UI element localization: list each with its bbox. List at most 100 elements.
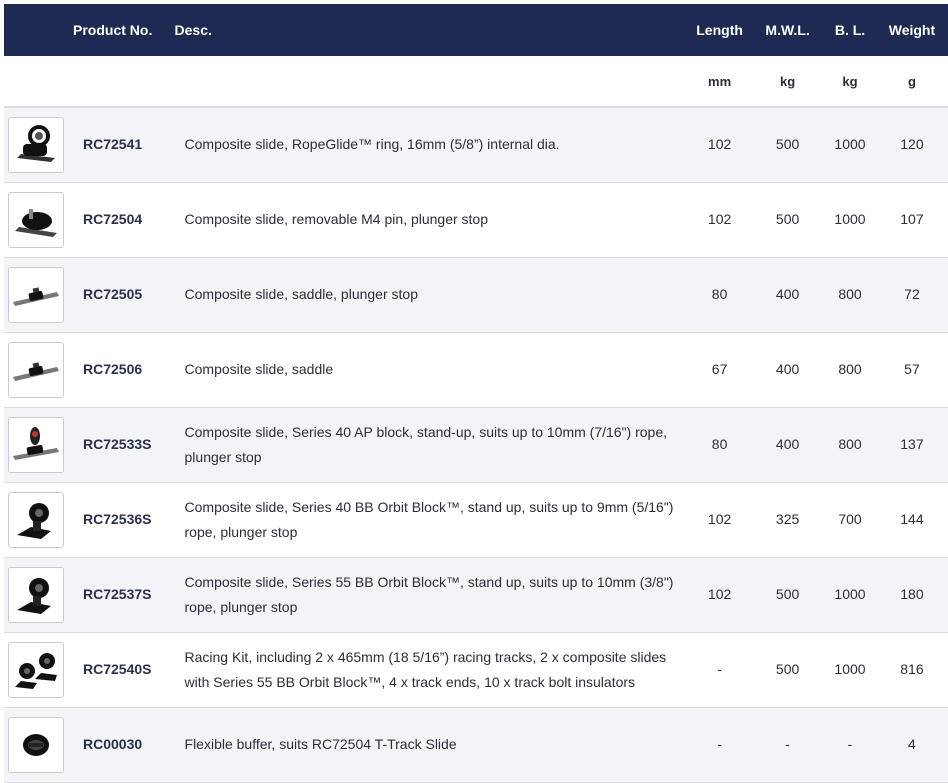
product-thumbnail[interactable] <box>8 341 64 398</box>
length-value: 80 <box>711 286 728 302</box>
buffer-icon <box>11 722 61 768</box>
weight-value: 57 <box>904 361 920 377</box>
bl-value: 700 <box>838 511 862 527</box>
product-description: Composite slide, Series 55 BB Orbit Bloc… <box>184 573 674 615</box>
product-number[interactable]: RC72540S <box>73 632 175 707</box>
table-row[interactable]: RC00030 Flexible buffer, suits RC72504 T-… <box>4 707 948 782</box>
product-number[interactable]: RC72506 <box>73 332 175 407</box>
length-value: 102 <box>707 136 732 153</box>
length-value: - <box>717 736 722 752</box>
racing-kit-icon <box>11 647 61 693</box>
product-number[interactable]: RC72505 <box>73 257 175 332</box>
orbit-block-icon <box>11 572 61 618</box>
product-thumbnail-cell <box>4 707 73 782</box>
product-thumbnail[interactable] <box>8 566 64 623</box>
bl-value: - <box>847 736 853 752</box>
product-thumbnail[interactable] <box>8 116 64 173</box>
product-description: Composite slide, Series 40 AP block, sta… <box>184 423 668 465</box>
unit-length: mm <box>688 56 752 108</box>
product-description: Composite slide, RopeGlide™ ring, 16mm (… <box>184 136 560 153</box>
weight-value: 137 <box>900 436 924 452</box>
header-image <box>4 4 74 56</box>
product-thumbnail-cell <box>4 257 73 332</box>
product-thumbnail-cell <box>4 182 73 257</box>
units-empty-image <box>4 56 74 108</box>
length-value: 80 <box>711 436 728 452</box>
product-description: Flexible buffer, suits RC72504 T-Track S… <box>184 736 457 752</box>
slide-saddle-icon <box>11 347 61 393</box>
length-value: 102 <box>707 511 732 527</box>
weight-value: 180 <box>900 586 924 602</box>
weight-value: 816 <box>900 661 924 677</box>
bl-value: 800 <box>838 436 862 452</box>
product-thumbnail[interactable] <box>8 191 64 248</box>
product-number[interactable]: RC72541 <box>73 107 175 182</box>
weight-value: 4 <box>908 736 916 752</box>
product-thumbnail-cell <box>4 557 73 632</box>
product-thumbnail-cell <box>4 107 73 182</box>
length-value: - <box>717 661 722 677</box>
bl-value: 1000 <box>834 136 866 153</box>
bl-value: 800 <box>838 361 862 377</box>
bl-value: 1000 <box>834 586 866 602</box>
mwl-value: 500 <box>775 661 800 677</box>
header-length[interactable]: Length <box>688 4 752 56</box>
product-description: Racing Kit, including 2 x 465mm (18 5/16… <box>184 648 667 690</box>
mwl-value: 500 <box>775 211 800 227</box>
product-number[interactable]: RC00030 <box>73 707 175 782</box>
table-row[interactable]: RC72540S Racing Kit, including 2 x 465mm … <box>4 632 948 707</box>
product-thumbnail[interactable] <box>8 266 64 323</box>
product-thumbnail-cell <box>4 632 73 707</box>
orbit-block-icon <box>11 497 61 543</box>
mwl-value: 500 <box>775 136 800 153</box>
table-row[interactable]: RC72505 Composite slide, saddle, plunger … <box>4 257 948 332</box>
mwl-value: 400 <box>775 361 800 377</box>
product-thumbnail[interactable] <box>8 716 64 773</box>
slide-pin-icon <box>11 197 61 243</box>
mwl-value: - <box>785 736 790 752</box>
product-number[interactable]: RC72536S <box>73 482 175 557</box>
header-product-no[interactable]: Product No. <box>73 4 175 56</box>
product-table: Product No. Desc. Length M.W.L. B. L. We… <box>4 4 948 783</box>
bl-value: 800 <box>838 286 862 302</box>
length-value: 67 <box>711 361 728 377</box>
weight-value: 120 <box>900 136 924 153</box>
header-bl[interactable]: B. L. <box>824 4 876 56</box>
units-empty-desc <box>174 56 689 108</box>
product-thumbnail-cell <box>4 407 73 482</box>
mwl-value: 400 <box>775 286 800 302</box>
units-empty-product <box>73 56 175 108</box>
table-row[interactable]: RC72541 Composite slide, RopeGlide™ ring,… <box>4 107 948 182</box>
table-row[interactable]: RC72533S Composite slide, Series 40 AP bl… <box>4 407 948 482</box>
table-row[interactable]: RC72536S Composite slide, Series 40 BB Or… <box>4 482 948 557</box>
mwl-value: 500 <box>775 586 800 602</box>
header-desc[interactable]: Desc. <box>174 4 689 56</box>
product-description: Composite slide, saddle <box>184 361 334 377</box>
unit-weight: g <box>875 56 948 108</box>
product-thumbnail[interactable] <box>8 641 64 698</box>
mwl-value: 325 <box>775 511 800 527</box>
product-thumbnail[interactable] <box>8 491 64 548</box>
length-value: 102 <box>707 211 732 227</box>
product-table-container: Product No. Desc. Length M.W.L. B. L. We… <box>0 0 948 783</box>
product-number[interactable]: RC72504 <box>73 182 175 257</box>
table-row[interactable]: RC72506 Composite slide, saddle 67 400 800 57 <box>4 332 948 407</box>
units-row: mm kg kg g <box>4 56 948 108</box>
header-mwl[interactable]: M.W.L. <box>751 4 825 56</box>
product-thumbnail[interactable] <box>8 416 64 473</box>
slide-block-icon <box>11 422 61 468</box>
weight-value: 144 <box>900 511 924 527</box>
weight-value: 72 <box>904 286 920 302</box>
product-number[interactable]: RC72533S <box>73 407 175 482</box>
unit-bl: kg <box>824 56 876 108</box>
length-value: 102 <box>707 586 732 602</box>
table-row[interactable]: RC72537S Composite slide, Series 55 BB Or… <box>4 557 948 632</box>
header-weight[interactable]: Weight <box>875 4 948 56</box>
header-row: Product No. Desc. Length M.W.L. B. L. We… <box>4 4 948 56</box>
product-number[interactable]: RC72537S <box>73 557 175 632</box>
weight-value: 107 <box>900 211 924 227</box>
product-description: Composite slide, Series 40 BB Orbit Bloc… <box>184 498 674 540</box>
bl-value: 1000 <box>834 211 866 227</box>
unit-mwl: kg <box>751 56 825 108</box>
table-row[interactable]: RC72504 Composite slide, removable M4 pin… <box>4 182 948 257</box>
